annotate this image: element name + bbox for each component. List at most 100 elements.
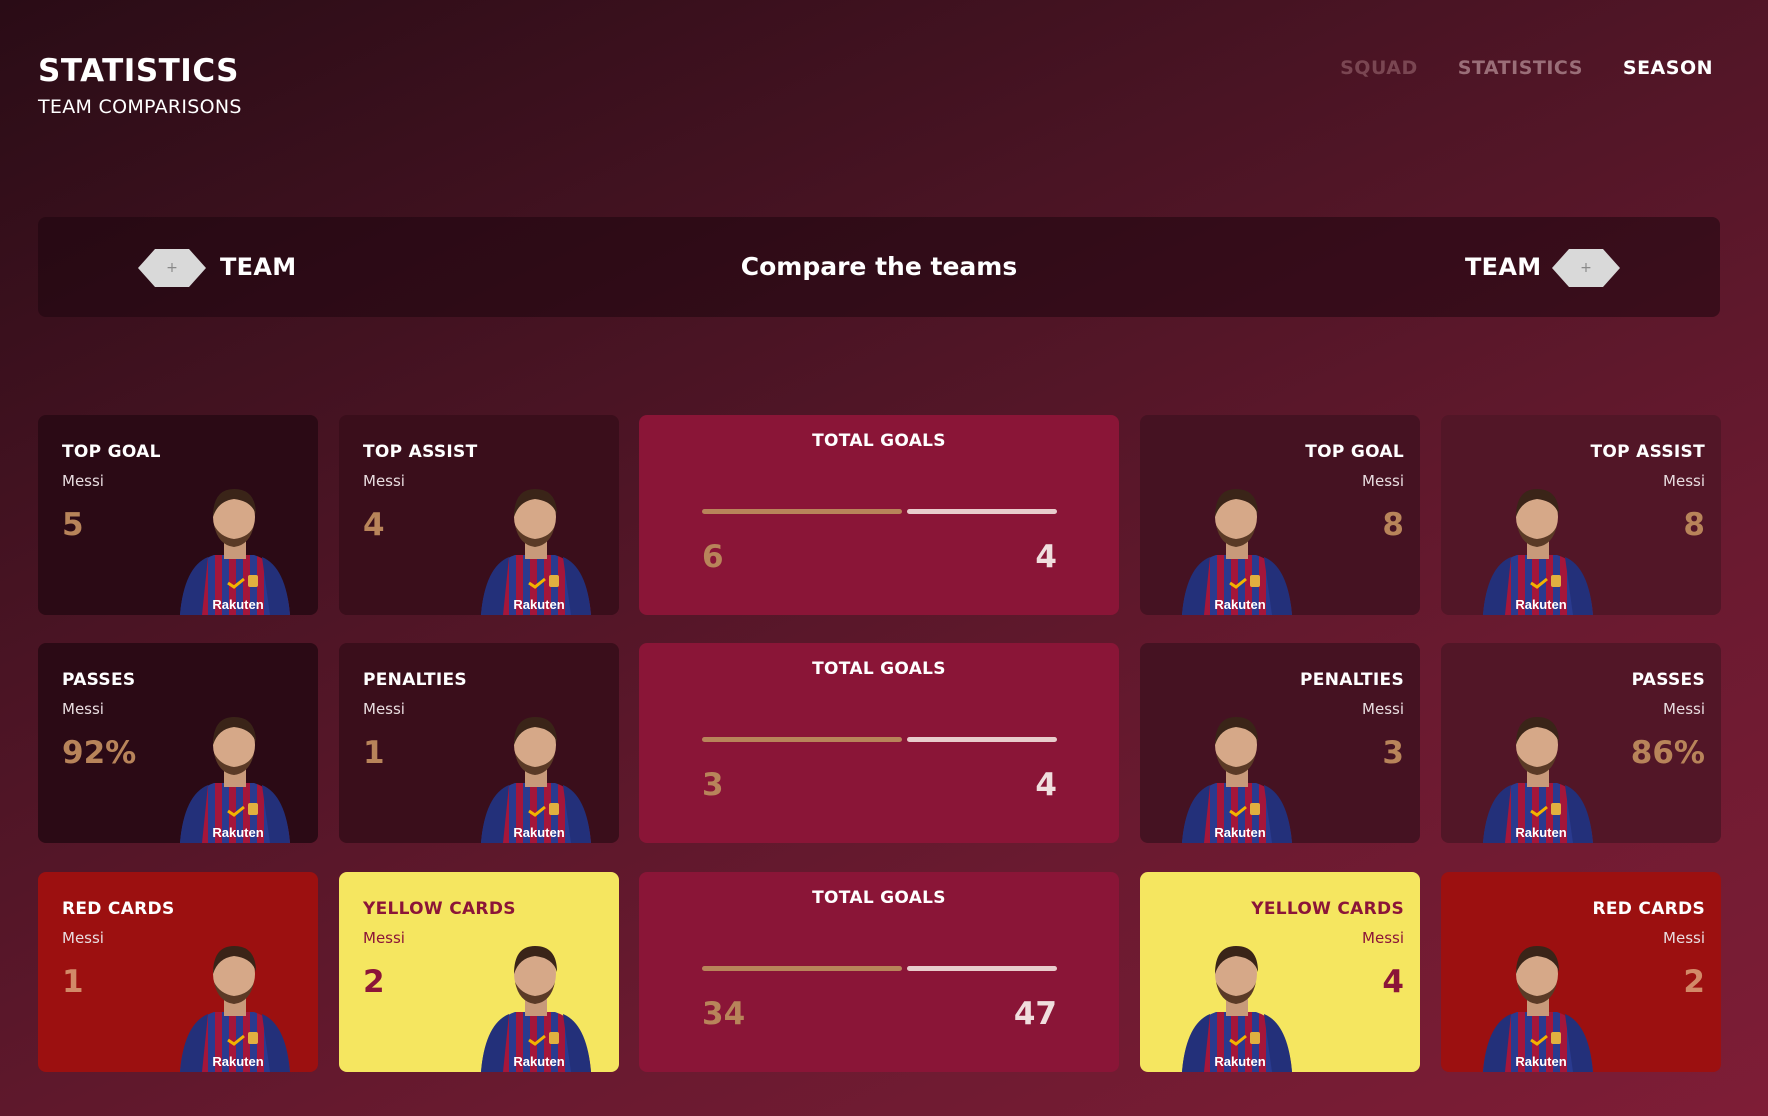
stat-card[interactable]: Rakuten YELLOW CARDS Messi 4 (1140, 872, 1420, 1072)
page: STATISTICS TEAM COMPARISONS SQUAD STATIS… (0, 0, 1768, 1116)
right-team-total: 4 (1035, 767, 1057, 803)
player-name: Messi (62, 700, 104, 718)
svg-text:Rakuten: Rakuten (513, 825, 564, 840)
player-name: Messi (363, 700, 405, 718)
player-photo-icon: Rakuten (481, 489, 591, 615)
compare-bar: + TEAM Compare the teams TEAM + (38, 217, 1720, 317)
player-photo-icon: Rakuten (180, 489, 290, 615)
stat-value: 92% (62, 735, 137, 771)
total-goals-label: TOTAL GOALS (812, 659, 946, 679)
plus-icon: + (1580, 260, 1592, 276)
stat-label: TOP ASSIST (1590, 442, 1705, 462)
nav-item-season[interactable]: SEASON (1623, 57, 1713, 79)
player-photo-icon: Rakuten (481, 717, 591, 843)
stat-value: 8 (1382, 507, 1404, 543)
left-team-total: 34 (702, 996, 746, 1032)
stat-label: PENALTIES (1300, 670, 1404, 690)
player-name: Messi (62, 929, 104, 947)
stat-value: 1 (363, 735, 385, 771)
player-name: Messi (363, 929, 405, 947)
right-team-total: 47 (1013, 996, 1057, 1032)
stat-card[interactable]: Rakuten RED CARDS Messi 1 (38, 872, 318, 1072)
svg-text:Rakuten: Rakuten (1515, 825, 1566, 840)
stat-value: 2 (1683, 964, 1705, 1000)
player-name: Messi (1362, 472, 1404, 490)
page-subtitle: TEAM COMPARISONS (38, 96, 242, 118)
nav-item-statistics[interactable]: STATISTICS (1458, 57, 1583, 79)
player-photo-icon: Rakuten (180, 946, 290, 1072)
stat-label: PASSES (62, 670, 136, 690)
left-team-bar (702, 737, 902, 742)
player-name: Messi (1663, 929, 1705, 947)
stat-value: 4 (363, 507, 385, 543)
svg-text:Rakuten: Rakuten (1214, 597, 1265, 612)
player-photo-icon: Rakuten (1483, 946, 1593, 1072)
total-goals-label: TOTAL GOALS (812, 888, 946, 908)
stat-label: TOP GOAL (62, 442, 161, 462)
stat-value: 8 (1683, 507, 1705, 543)
player-photo-icon: Rakuten (481, 946, 591, 1072)
stat-label: TOP GOAL (1305, 442, 1404, 462)
stat-value: 86% (1630, 735, 1705, 771)
svg-text:Rakuten: Rakuten (1515, 1054, 1566, 1069)
left-team-bar (702, 509, 902, 514)
right-team-bar (907, 966, 1057, 971)
stat-card[interactable]: Rakuten PENALTIES Messi 1 (339, 643, 619, 843)
right-team-bar (907, 509, 1057, 514)
stat-card[interactable]: Rakuten TOP GOAL Messi 8 (1140, 415, 1420, 615)
player-photo-icon: Rakuten (1182, 946, 1292, 1072)
page-header: STATISTICS TEAM COMPARISONS (38, 52, 242, 118)
stat-card[interactable]: Rakuten TOP ASSIST Messi 8 (1441, 415, 1721, 615)
player-photo-icon: Rakuten (180, 717, 290, 843)
stat-label: TOP ASSIST (363, 442, 478, 462)
player-photo-icon: Rakuten (1182, 489, 1292, 615)
stat-card[interactable]: Rakuten PASSES Messi 92% (38, 643, 318, 843)
stat-card[interactable]: Rakuten TOP ASSIST Messi 4 (339, 415, 619, 615)
player-photo-icon: Rakuten (1483, 717, 1593, 843)
svg-text:Rakuten: Rakuten (212, 1054, 263, 1069)
player-name: Messi (1663, 700, 1705, 718)
total-goals-card[interactable]: TOTAL GOALS 6 4 (639, 415, 1119, 615)
player-name: Messi (1362, 700, 1404, 718)
player-name: Messi (62, 472, 104, 490)
left-team-total: 6 (702, 539, 724, 575)
nav-item-squad[interactable]: SQUAD (1340, 57, 1418, 79)
stat-card[interactable]: Rakuten PASSES Messi 86% (1441, 643, 1721, 843)
stat-card[interactable]: Rakuten PENALTIES Messi 3 (1140, 643, 1420, 843)
stat-card[interactable]: Rakuten RED CARDS Messi 2 (1441, 872, 1721, 1072)
stat-value: 3 (1382, 735, 1404, 771)
page-title: STATISTICS (38, 53, 239, 89)
player-name: Messi (1362, 929, 1404, 947)
stat-value: 5 (62, 507, 84, 543)
svg-text:Rakuten: Rakuten (1214, 1054, 1265, 1069)
stat-label: YELLOW CARDS (1251, 899, 1404, 919)
total-goals-label: TOTAL GOALS (812, 431, 946, 451)
svg-text:Rakuten: Rakuten (212, 597, 263, 612)
svg-text:Rakuten: Rakuten (1214, 825, 1265, 840)
svg-text:Rakuten: Rakuten (1515, 597, 1566, 612)
player-name: Messi (363, 472, 405, 490)
player-name: Messi (1663, 472, 1705, 490)
stat-value: 1 (62, 964, 84, 1000)
stat-label: PASSES (1631, 670, 1705, 690)
left-team-bar (702, 966, 902, 971)
svg-text:Rakuten: Rakuten (513, 597, 564, 612)
right-team-label: TEAM (1465, 253, 1542, 281)
svg-text:Rakuten: Rakuten (212, 825, 263, 840)
player-photo-icon: Rakuten (1182, 717, 1292, 843)
player-photo-icon: Rakuten (1483, 489, 1593, 615)
right-team-bar (907, 737, 1057, 742)
stat-card[interactable]: Rakuten TOP GOAL Messi 5 (38, 415, 318, 615)
left-team-total: 3 (702, 767, 724, 803)
stat-value: 4 (1382, 964, 1404, 1000)
stat-label: PENALTIES (363, 670, 467, 690)
svg-text:Rakuten: Rakuten (513, 1054, 564, 1069)
total-goals-card[interactable]: TOTAL GOALS 34 47 (639, 872, 1119, 1072)
top-nav: SQUAD STATISTICS SEASON (1340, 57, 1713, 79)
stat-card[interactable]: Rakuten YELLOW CARDS Messi 2 (339, 872, 619, 1072)
stat-label: RED CARDS (1592, 899, 1705, 919)
right-team-total: 4 (1035, 539, 1057, 575)
stat-value: 2 (363, 964, 385, 1000)
total-goals-card[interactable]: TOTAL GOALS 3 4 (639, 643, 1119, 843)
stat-label: RED CARDS (62, 899, 175, 919)
